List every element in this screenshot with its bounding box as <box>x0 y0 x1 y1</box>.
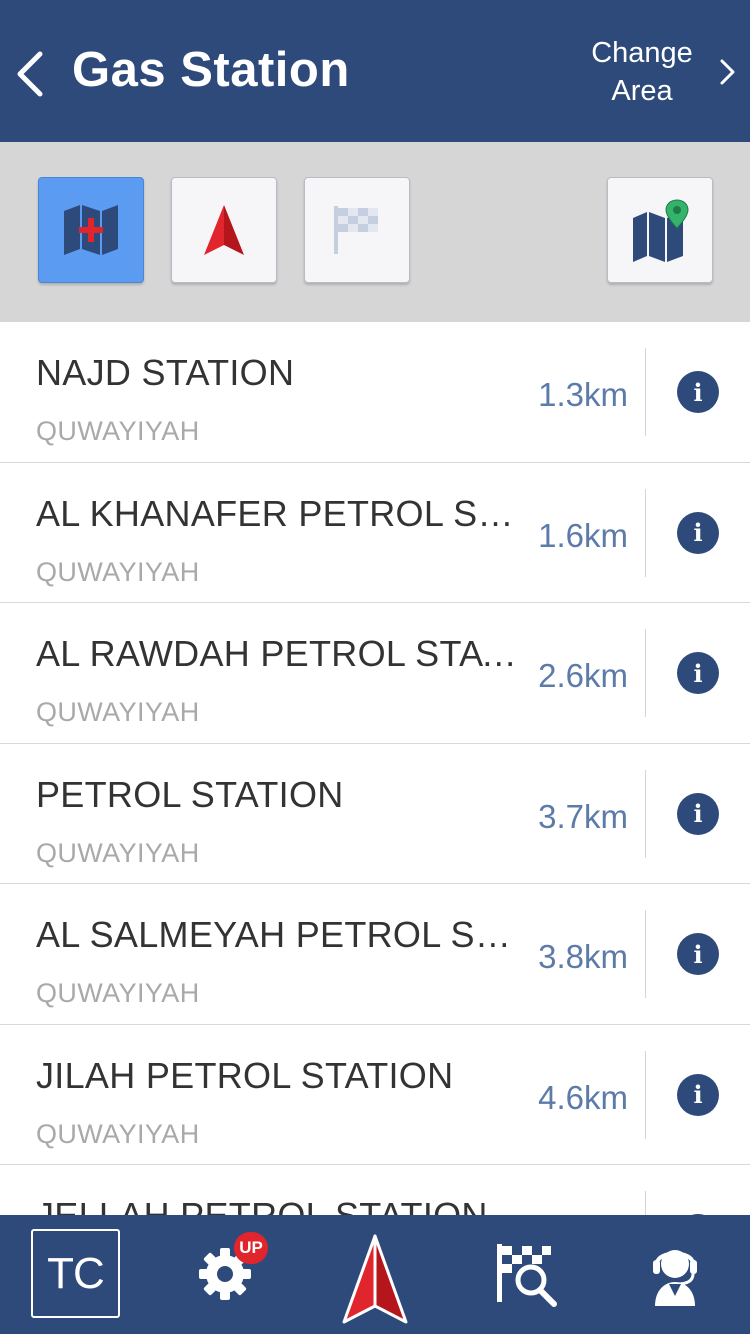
station-distance: 2.6km <box>538 657 628 694</box>
chevron-left-icon <box>17 51 43 97</box>
back-button[interactable] <box>10 46 50 102</box>
station-name: PETROL STATION <box>36 773 344 815</box>
station-area: QUWAYIYAH <box>36 837 200 868</box>
list-item[interactable]: NAJD STATION QUWAYIYAH 1.3km i <box>0 322 750 463</box>
bottom-nav-bar: TC <box>0 1215 750 1334</box>
divider <box>645 1191 646 1215</box>
map-add-button[interactable] <box>38 177 144 283</box>
divider <box>645 769 646 858</box>
station-name: JELLAH PETROL STATION <box>36 1195 520 1215</box>
station-area: QUWAYIYAH <box>36 416 200 446</box>
toolbar <box>0 142 750 322</box>
station-distance: 3.7km <box>538 797 628 835</box>
station-area: QUWAYIYAH <box>36 978 200 1008</box>
info-icon[interactable]: i <box>677 371 719 413</box>
navigation-arrow-icon <box>204 205 244 255</box>
navigation-button[interactable] <box>171 177 277 283</box>
support-button[interactable] <box>640 1237 710 1313</box>
divider <box>645 488 646 577</box>
station-name: AL SALMEYAH PETROL STATION <box>36 914 520 955</box>
list-item[interactable]: AL KHANAFER PETROL STATION QUWAYIYAH 1.6… <box>0 463 750 603</box>
divider <box>645 1050 646 1139</box>
station-list[interactable]: NAJD STATION QUWAYIYAH 1.3km i AL KHANAF… <box>0 322 750 1215</box>
station-distance: 3.8km <box>538 938 628 975</box>
divider <box>645 910 646 998</box>
support-agent-icon <box>653 1250 697 1306</box>
top-bar: Gas Station Change Area <box>0 0 750 142</box>
checkered-flag-icon <box>334 206 378 254</box>
station-distance: 1.3km <box>538 376 628 413</box>
info-icon[interactable]: i <box>677 652 719 694</box>
destination-flag-button[interactable] <box>304 177 410 283</box>
page-title: Gas Station <box>72 43 350 97</box>
list-item[interactable]: AL SALMEYAH PETROL STATION QUWAYIYAH 3.8… <box>0 884 750 1025</box>
map-pin-icon <box>633 199 689 262</box>
destination-search-icon <box>497 1244 557 1307</box>
map-view-button[interactable] <box>607 177 713 283</box>
info-icon[interactable]: i <box>677 792 719 835</box>
station-area: QUWAYIYAH <box>36 697 200 727</box>
info-icon[interactable]: i <box>677 511 719 554</box>
station-area: QUWAYIYAH <box>36 1118 200 1149</box>
list-item[interactable]: PETROL STATION QUWAYIYAH 3.7km i <box>0 744 750 884</box>
navigate-button[interactable] <box>336 1229 414 1329</box>
list-item[interactable]: JELLAH PETROL STATION i <box>0 1165 750 1215</box>
list-item[interactable]: AL RAWDAH PETROL STATION QUWAYIYAH 2.6km… <box>0 603 750 744</box>
station-name: AL RAWDAH PETROL STATION <box>36 633 520 674</box>
update-badge: UP <box>234 1232 268 1264</box>
navigation-arrow-icon <box>342 1234 408 1324</box>
info-icon[interactable]: i <box>677 933 719 975</box>
chevron-right-icon <box>720 59 735 85</box>
divider <box>645 348 646 436</box>
info-icon[interactable]: i <box>677 1073 719 1116</box>
change-area-label: Change Area <box>591 37 693 107</box>
station-name: NAJD STATION <box>36 352 295 393</box>
station-area: QUWAYIYAH <box>36 556 200 587</box>
destination-search-button[interactable] <box>490 1239 562 1311</box>
tc-button[interactable]: TC <box>31 1229 120 1318</box>
station-name: AL KHANAFER PETROL STATION <box>36 492 520 534</box>
map-add-icon <box>64 205 118 255</box>
station-distance: 1.6km <box>538 516 628 554</box>
station-name: JILAH PETROL STATION <box>36 1054 454 1096</box>
list-item[interactable]: JILAH PETROL STATION QUWAYIYAH 4.6km i <box>0 1025 750 1165</box>
divider <box>645 629 646 717</box>
change-area-button[interactable]: Change Area <box>578 34 738 110</box>
station-distance: 4.6km <box>538 1078 628 1116</box>
